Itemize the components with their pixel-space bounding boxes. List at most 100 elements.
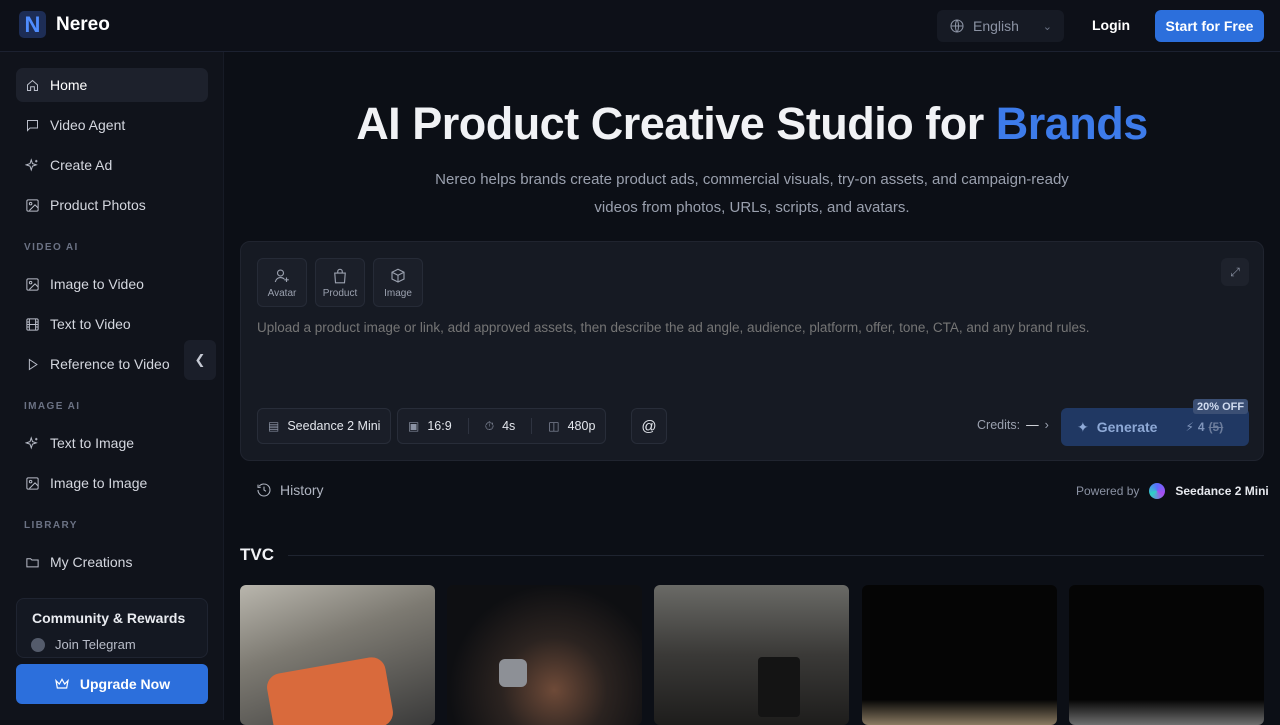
sidebar-item-label: Image to Video <box>50 276 144 292</box>
resolution-value: 480p <box>567 419 596 433</box>
home-icon <box>27 79 38 91</box>
prompt-input[interactable] <box>257 320 1237 335</box>
sidebar-item-reference-to-video[interactable]: Reference to Video <box>16 347 208 381</box>
ratio-value: 16:9 <box>427 419 452 433</box>
chevron-down-icon: ⌄ <box>1042 20 1052 33</box>
film-icon <box>26 317 39 331</box>
sidebar-item-label: Video Agent <box>50 117 126 133</box>
divider <box>288 555 1264 556</box>
asset-label: Image <box>384 287 412 299</box>
generate-label: Generate <box>1096 419 1158 435</box>
avatar-add-icon <box>274 268 289 282</box>
sidebar-item-label: Home <box>50 77 88 93</box>
join-telegram-label: Join Telegram <box>55 637 136 652</box>
start-for-free-button[interactable]: Start for Free <box>1155 10 1264 42</box>
powered-by: Powered by Seedance 2 Mini <box>1076 483 1269 499</box>
monitor-icon: ◫ <box>548 419 560 433</box>
upgrade-now-button[interactable]: Upgrade Now <box>16 664 208 704</box>
divider <box>467 418 469 434</box>
image-icon <box>26 198 39 212</box>
sidebar-item-my-creations[interactable]: My Creations <box>16 545 208 579</box>
seedance-logo-icon <box>1149 483 1166 499</box>
model-select[interactable]: ▤ Seedance 2 Mini <box>257 408 392 444</box>
tvc-thumbnail[interactable] <box>447 585 642 725</box>
history-icon <box>257 483 271 497</box>
sidebar-item-label: Product Photos <box>50 197 146 213</box>
powered-model: Seedance 2 Mini <box>1175 484 1269 498</box>
cost-value: 4 <box>1197 420 1205 434</box>
globe-icon <box>950 19 964 33</box>
prompt-composer: Avatar Product Image ⤢ ▤ Seedance 2 Mini… <box>240 241 1264 461</box>
sparkle-icon <box>25 435 38 449</box>
add-avatar-button[interactable]: Avatar <box>257 258 307 307</box>
add-product-button[interactable]: Product <box>315 258 365 307</box>
box-add-icon <box>391 268 405 283</box>
tvc-thumbnail[interactable] <box>654 585 849 725</box>
sidebar-item-label: Reference to Video <box>50 356 170 372</box>
logo-mark: N <box>19 11 46 38</box>
top-bar: N Nereo English ⌄ Login Start for Free <box>0 0 1280 52</box>
sidebar-item-product-photos[interactable]: Product Photos <box>16 188 208 222</box>
logo[interactable]: N Nereo <box>19 11 110 38</box>
credits-value: — <box>1026 418 1039 432</box>
image-icon <box>26 277 39 291</box>
image-icon <box>26 476 39 490</box>
sidebar-item-label: Create Ad <box>50 157 113 173</box>
sparkle-icon <box>25 157 38 171</box>
title-main: AI Product Creative Studio for <box>356 98 996 149</box>
clapper-icon: ▤ <box>268 419 280 433</box>
play-icon <box>28 358 38 370</box>
sidebar-item-image-to-image[interactable]: Image to Image <box>16 466 208 500</box>
sidebar-item-text-to-video[interactable]: Text to Video <box>16 307 208 341</box>
duration-value: 4s <box>502 419 516 433</box>
credits-display[interactable]: Credits: — › <box>977 418 1049 432</box>
page-title: AI Product Creative Studio for Brands <box>224 98 1280 150</box>
community-title: Community & Rewards <box>32 610 186 626</box>
collapse-sidebar-button[interactable]: ❮ <box>184 340 216 380</box>
aspect-ratio-icon: ▣ <box>408 419 420 433</box>
sidebar-item-video-agent[interactable]: Video Agent <box>16 108 208 142</box>
sidebar-item-image-to-video[interactable]: Image to Video <box>16 267 208 301</box>
telegram-icon <box>31 637 45 652</box>
page-subtitle: Nereo helps brands create product ads, c… <box>435 171 1069 216</box>
asset-label: Avatar <box>267 287 297 299</box>
history-label: History <box>280 482 324 498</box>
add-image-button[interactable]: Image <box>373 258 423 307</box>
chat-icon <box>27 119 38 132</box>
sidebar-item-label: My Creations <box>50 554 133 570</box>
divider <box>531 418 533 434</box>
bottle-shape <box>758 657 800 717</box>
tvc-thumbnail[interactable] <box>862 585 1057 725</box>
tvc-thumbnail[interactable] <box>1069 585 1264 725</box>
tvc-section-title: TVC <box>240 545 274 564</box>
mail-icon <box>499 659 527 687</box>
join-telegram-link[interactable]: Join Telegram <box>31 637 136 652</box>
generate-cost: ⚡ 4 (5) <box>1185 420 1223 434</box>
timer-icon: ⏱ <box>484 418 495 433</box>
crown-icon <box>54 678 69 689</box>
section-label-library: LIBRARY <box>24 520 78 531</box>
section-label-video-ai: VIDEO AI <box>24 242 79 253</box>
language-label: English <box>973 18 1019 34</box>
model-label: Seedance 2 Mini <box>287 419 381 433</box>
discount-badge: 20% OFF <box>1193 399 1249 414</box>
tvc-thumbnail[interactable] <box>240 585 435 725</box>
sidebar-item-create-ad[interactable]: Create Ad <box>16 148 208 182</box>
bag-icon <box>334 268 346 283</box>
sidebar-item-home[interactable]: Home <box>16 68 208 102</box>
title-accent: Brands <box>995 98 1149 149</box>
video-settings[interactable]: ▣ 16:9 ⏱ 4s ◫ 480p <box>397 408 607 444</box>
expand-icon[interactable]: ⤢ <box>1221 258 1249 286</box>
mention-button[interactable]: @ <box>631 408 667 444</box>
language-select[interactable]: English ⌄ <box>937 10 1064 42</box>
cost-original: (5) <box>1208 420 1224 434</box>
chevron-left-icon: ❮ <box>194 352 206 367</box>
section-label-image-ai: IMAGE AI <box>24 401 81 412</box>
history-button[interactable]: History <box>256 482 324 498</box>
chevron-right-icon: › <box>1044 418 1049 432</box>
sidebar-item-text-to-image[interactable]: Text to Image <box>16 426 208 460</box>
sparkle-icon: ✦ <box>1077 418 1089 435</box>
login-link[interactable]: Login <box>1092 17 1130 33</box>
folder-icon <box>26 557 39 567</box>
at-icon: @ <box>641 417 657 435</box>
